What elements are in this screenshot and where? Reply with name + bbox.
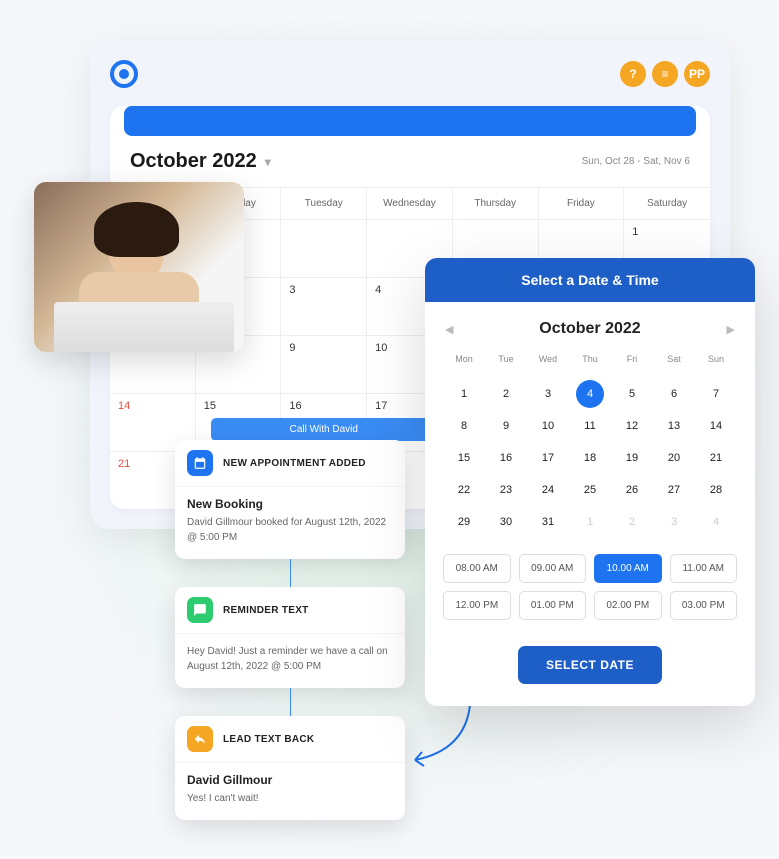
- picker-day[interactable]: 11: [569, 412, 611, 440]
- picker-day[interactable]: 4: [695, 508, 737, 536]
- picker-weekday: Tue: [485, 348, 527, 370]
- calendar-event[interactable]: Call With David: [211, 418, 436, 441]
- picker-weekday: Sat: [653, 348, 695, 370]
- user-photo: [34, 182, 244, 352]
- time-slot[interactable]: 12.00 PM: [443, 591, 511, 620]
- picker-day[interactable]: 16: [485, 444, 527, 472]
- picker-month: October 2022: [539, 320, 640, 338]
- notification-text: David Gillmour booked for August 12th, 2…: [187, 515, 393, 545]
- picker-day[interactable]: 20: [653, 444, 695, 472]
- picker-day[interactable]: 29: [443, 508, 485, 536]
- notification-title: LEAD TEXT BACK: [223, 734, 314, 745]
- weekday-header: Tuesday: [281, 187, 367, 219]
- notification-title: REMINDER TEXT: [223, 605, 309, 616]
- notification-text: Hey David! Just a reminder we have a cal…: [187, 644, 393, 674]
- picker-day[interactable]: 7: [695, 380, 737, 408]
- picker-day[interactable]: 6: [653, 380, 695, 408]
- notification-title: NEW APPOINTMENT ADDED: [223, 458, 366, 469]
- picker-day[interactable]: 1: [443, 380, 485, 408]
- time-slot[interactable]: 01.00 PM: [519, 591, 587, 620]
- reply-icon: [187, 726, 213, 752]
- picker-day[interactable]: 22: [443, 476, 485, 504]
- time-slot[interactable]: 11.00 AM: [670, 554, 738, 583]
- chevron-down-icon: ▾: [265, 155, 271, 169]
- weekday-header: Saturday: [624, 187, 710, 219]
- date-picker: Select a Date & Time ◀ October 2022 ▶ Mo…: [425, 258, 755, 706]
- help-button[interactable]: ?: [620, 61, 646, 87]
- picker-day[interactable]: 26: [611, 476, 653, 504]
- time-slot[interactable]: 10.00 AM: [594, 554, 662, 583]
- picker-day[interactable]: 13: [653, 412, 695, 440]
- notification-subtitle: New Booking: [187, 497, 393, 511]
- picker-day[interactable]: 3: [527, 380, 569, 408]
- time-slot[interactable]: 09.00 AM: [519, 554, 587, 583]
- picker-day[interactable]: 17: [527, 444, 569, 472]
- picker-day[interactable]: 14: [695, 412, 737, 440]
- picker-day[interactable]: 9: [485, 412, 527, 440]
- calendar-cell[interactable]: [281, 219, 367, 277]
- prev-month-button[interactable]: ◀: [445, 323, 453, 336]
- picker-day[interactable]: 8: [443, 412, 485, 440]
- picker-day[interactable]: 15: [443, 444, 485, 472]
- weekday-header: Wednesday: [367, 187, 453, 219]
- notification-subtitle: David Gillmour: [187, 773, 393, 787]
- picker-title: Select a Date & Time: [425, 258, 755, 302]
- calendar-cell[interactable]: 9: [281, 335, 367, 393]
- calendar-title[interactable]: October 2022 ▾: [130, 150, 271, 173]
- picker-day[interactable]: 19: [611, 444, 653, 472]
- picker-weekday: Sun: [695, 348, 737, 370]
- flow-arrow-icon: [400, 700, 480, 780]
- picker-day[interactable]: 27: [653, 476, 695, 504]
- picker-day[interactable]: 12: [611, 412, 653, 440]
- picker-day[interactable]: 18: [569, 444, 611, 472]
- app-logo-icon: [110, 60, 138, 88]
- picker-day[interactable]: 30: [485, 508, 527, 536]
- notification-text: Yes! I can't wait!: [187, 791, 393, 806]
- time-slot[interactable]: 08.00 AM: [443, 554, 511, 583]
- weekday-header: Thursday: [453, 187, 539, 219]
- picker-day[interactable]: 24: [527, 476, 569, 504]
- picker-day[interactable]: 31: [527, 508, 569, 536]
- picker-day[interactable]: 5: [611, 380, 653, 408]
- notification-card[interactable]: NEW APPOINTMENT ADDED New Booking David Gi…: [175, 440, 405, 559]
- picker-day[interactable]: 4: [576, 380, 604, 408]
- header-bar: [124, 106, 696, 136]
- notification-card[interactable]: LEAD TEXT BACK David Gillmour Yes! I can't…: [175, 716, 405, 820]
- picker-day[interactable]: 25: [569, 476, 611, 504]
- picker-weekday: Fri: [611, 348, 653, 370]
- next-month-button[interactable]: ▶: [727, 323, 735, 336]
- picker-weekday: Wed: [527, 348, 569, 370]
- picker-day[interactable]: 1: [569, 508, 611, 536]
- avatar[interactable]: PP: [684, 61, 710, 87]
- message-icon: [187, 597, 213, 623]
- calendar-icon: [187, 450, 213, 476]
- picker-day[interactable]: 10: [527, 412, 569, 440]
- picker-day[interactable]: 2: [611, 508, 653, 536]
- picker-day[interactable]: 23: [485, 476, 527, 504]
- menu-button[interactable]: ≡: [652, 61, 678, 87]
- calendar-cell[interactable]: 3: [281, 277, 367, 335]
- topbar: ? ≡ PP: [110, 60, 710, 88]
- picker-weekday: Mon: [443, 348, 485, 370]
- time-slot[interactable]: 03.00 PM: [670, 591, 738, 620]
- picker-day[interactable]: 2: [485, 380, 527, 408]
- weekday-header: Friday: [539, 187, 625, 219]
- picker-day[interactable]: 3: [653, 508, 695, 536]
- time-slot[interactable]: 02.00 PM: [594, 591, 662, 620]
- picker-day[interactable]: 21: [695, 444, 737, 472]
- picker-day[interactable]: 28: [695, 476, 737, 504]
- date-range: Sun, Oct 28 - Sat, Nov 6: [582, 156, 690, 167]
- select-date-button[interactable]: SELECT DATE: [518, 646, 662, 684]
- notification-card[interactable]: REMINDER TEXT Hey David! Just a reminder …: [175, 587, 405, 688]
- picker-weekday: Thu: [569, 348, 611, 370]
